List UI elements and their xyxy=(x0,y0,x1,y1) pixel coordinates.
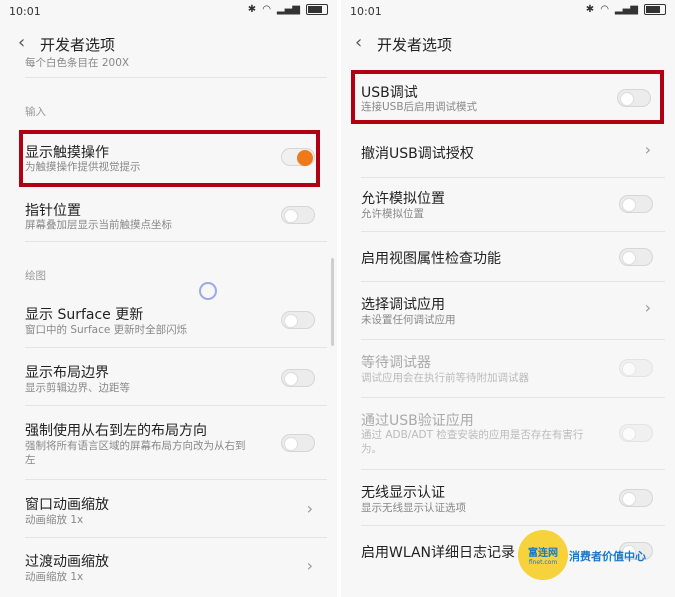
watermark-logo: 富连网 flnet.com xyxy=(518,530,568,580)
setting-pointer-location[interactable]: 指针位置 屏幕叠加层显示当前触摸点坐标 xyxy=(0,190,337,242)
watermark-text: 消费者价值中心 xyxy=(569,550,646,563)
chevron-right-icon: › xyxy=(306,556,313,575)
setting-label: 允许模拟位置 xyxy=(361,191,445,207)
battery-icon xyxy=(306,4,328,15)
setting-description: 屏幕叠加层显示当前触摸点坐标 xyxy=(25,219,172,231)
bluetooth-icon: ✱ xyxy=(585,4,595,15)
partial-row: 每个白色条目在 200X xyxy=(0,56,337,78)
setting-description: 窗口中的 Surface 更新时全部闪烁 xyxy=(25,324,188,336)
verify-apps-toggle xyxy=(619,424,653,442)
setting-label: 选择调试应用 xyxy=(361,297,445,313)
setting-label: 强制使用从右到左的布局方向 xyxy=(25,423,207,439)
divider xyxy=(25,77,327,78)
setting-label: 显示 Surface 更新 xyxy=(25,307,144,323)
highlight-box xyxy=(351,70,664,124)
watermark-logo-sub: flnet.com xyxy=(528,559,558,566)
divider xyxy=(25,479,327,480)
setting-description: 未设置任何调试应用 xyxy=(361,314,456,326)
back-arrow-icon[interactable]: ‹ xyxy=(18,32,25,53)
divider xyxy=(361,281,665,282)
setting-label: 等待调试器 xyxy=(361,355,431,371)
page-title: 开发者选项 xyxy=(40,36,116,54)
divider xyxy=(361,339,665,340)
setting-description: 允许模拟位置 xyxy=(361,208,424,220)
divider xyxy=(25,537,327,538)
setting-description: 调试应用会在执行前等待附加调试器 xyxy=(361,372,529,384)
surface-updates-toggle[interactable] xyxy=(281,311,315,329)
setting-verify-apps-usb: 通过USB验证应用 通过 ADB/ADT 检查安装的应用是否存在有害行 为。 xyxy=(341,400,675,470)
setting-allow-mock-location[interactable]: 允许模拟位置 允许模拟位置 xyxy=(341,180,675,232)
setting-description: 动画缩放 1x xyxy=(25,571,84,583)
section-header-input: 输入 xyxy=(25,106,46,118)
back-arrow-icon[interactable]: ‹ xyxy=(355,32,362,53)
setting-transition-animation-scale[interactable]: 过渡动画缩放 动画缩放 1x › xyxy=(0,540,337,596)
status-time: 10:01 xyxy=(9,5,41,18)
setting-view-attribute-inspection[interactable]: 启用视图属性检查功能 xyxy=(341,234,675,282)
highlight-box xyxy=(19,130,320,187)
divider xyxy=(361,231,665,232)
setting-label: 启用WLAN详细日志记录 xyxy=(361,545,516,561)
setting-description-cont: 左 xyxy=(25,454,36,466)
divider xyxy=(361,525,665,526)
setting-window-animation-scale[interactable]: 窗口动画缩放 动画缩放 1x › xyxy=(0,482,337,538)
setting-label: 撤消USB调试授权 xyxy=(361,146,474,162)
wireless-display-toggle[interactable] xyxy=(619,489,653,507)
signal-icon: ▂▄▆ xyxy=(614,4,638,15)
bluetooth-icon: ✱ xyxy=(247,4,257,15)
chevron-right-icon: › xyxy=(644,140,651,159)
setting-label: 无线显示认证 xyxy=(361,485,445,501)
status-time: 10:01 xyxy=(350,5,382,18)
wifi-icon: ◠ xyxy=(262,4,271,15)
partial-row-text: 每个白色条目在 200X xyxy=(25,57,130,69)
battery-icon xyxy=(644,4,666,15)
setting-label: 指针位置 xyxy=(25,203,81,219)
setting-description: 显示剪辑边界、边距等 xyxy=(25,382,130,394)
status-icons: ✱ ◠ ▂▄▆ xyxy=(586,4,666,15)
divider xyxy=(25,405,327,406)
setting-show-layout-bounds[interactable]: 显示布局边界 显示剪辑边界、边距等 xyxy=(0,350,337,406)
setting-label: 窗口动画缩放 xyxy=(25,497,109,513)
section-header-draw: 绘图 xyxy=(25,270,46,282)
setting-label: 通过USB验证应用 xyxy=(361,413,474,429)
setting-show-surface-updates[interactable]: 显示 Surface 更新 窗口中的 Surface 更新时全部闪烁 xyxy=(0,294,337,348)
setting-description-cont: 为。 xyxy=(361,443,382,455)
setting-description: 显示无线显示认证选项 xyxy=(361,502,466,514)
divider xyxy=(25,347,327,348)
status-icons: ✱ ◠ ▂▄▆ xyxy=(248,4,328,15)
view-attribute-toggle[interactable] xyxy=(619,248,653,266)
setting-label: 显示布局边界 xyxy=(25,365,109,381)
setting-wait-for-debugger: 等待调试器 调试应用会在执行前等待附加调试器 xyxy=(341,342,675,398)
title-bar: ‹ 开发者选项 xyxy=(341,24,675,64)
pointer-location-toggle[interactable] xyxy=(281,206,315,224)
setting-select-debug-app[interactable]: 选择调试应用 未设置任何调试应用 › xyxy=(341,284,675,340)
chevron-right-icon: › xyxy=(306,499,313,518)
setting-force-rtl[interactable]: 强制使用从右到左的布局方向 强制将所有语言区域的屏幕布局方向改为从右到 左 xyxy=(0,408,337,480)
status-bar: 10:01 ✱ ◠ ▂▄▆ xyxy=(0,0,337,22)
left-screen: 10:01 ✱ ◠ ▂▄▆ ‹ 开发者选项 每个白色条目在 200X 输入 显示… xyxy=(0,0,337,597)
divider xyxy=(25,241,327,242)
setting-description: 动画缩放 1x xyxy=(25,514,84,526)
setting-revoke-usb-auth[interactable]: 撤消USB调试授权 › xyxy=(341,126,675,178)
divider xyxy=(361,397,665,398)
mock-location-toggle[interactable] xyxy=(619,195,653,213)
force-rtl-toggle[interactable] xyxy=(281,434,315,452)
setting-description: 通过 ADB/ADT 检查安装的应用是否存在有害行 xyxy=(361,429,584,441)
watermark-logo-text: 富连网 xyxy=(528,548,558,559)
setting-wireless-display-cert[interactable]: 无线显示认证 显示无线显示认证选项 xyxy=(341,472,675,526)
scrollbar[interactable] xyxy=(331,258,334,346)
signal-icon: ▂▄▆ xyxy=(276,4,300,15)
wifi-icon: ◠ xyxy=(600,4,609,15)
right-screen: 10:01 ✱ ◠ ▂▄▆ ‹ 开发者选项 USB调试 连接USB后启用调试模式… xyxy=(341,0,675,597)
setting-description: 强制将所有语言区域的屏幕布局方向改为从右到 xyxy=(25,440,246,452)
status-bar: 10:01 ✱ ◠ ▂▄▆ xyxy=(341,0,675,22)
page-title: 开发者选项 xyxy=(377,36,453,54)
wait-debugger-toggle xyxy=(619,359,653,377)
setting-label: 过渡动画缩放 xyxy=(25,554,109,570)
touch-indicator-icon xyxy=(199,282,217,300)
divider xyxy=(361,177,665,178)
layout-bounds-toggle[interactable] xyxy=(281,369,315,387)
divider xyxy=(361,469,665,470)
chevron-right-icon: › xyxy=(644,298,651,317)
setting-label: 启用视图属性检查功能 xyxy=(361,251,501,267)
